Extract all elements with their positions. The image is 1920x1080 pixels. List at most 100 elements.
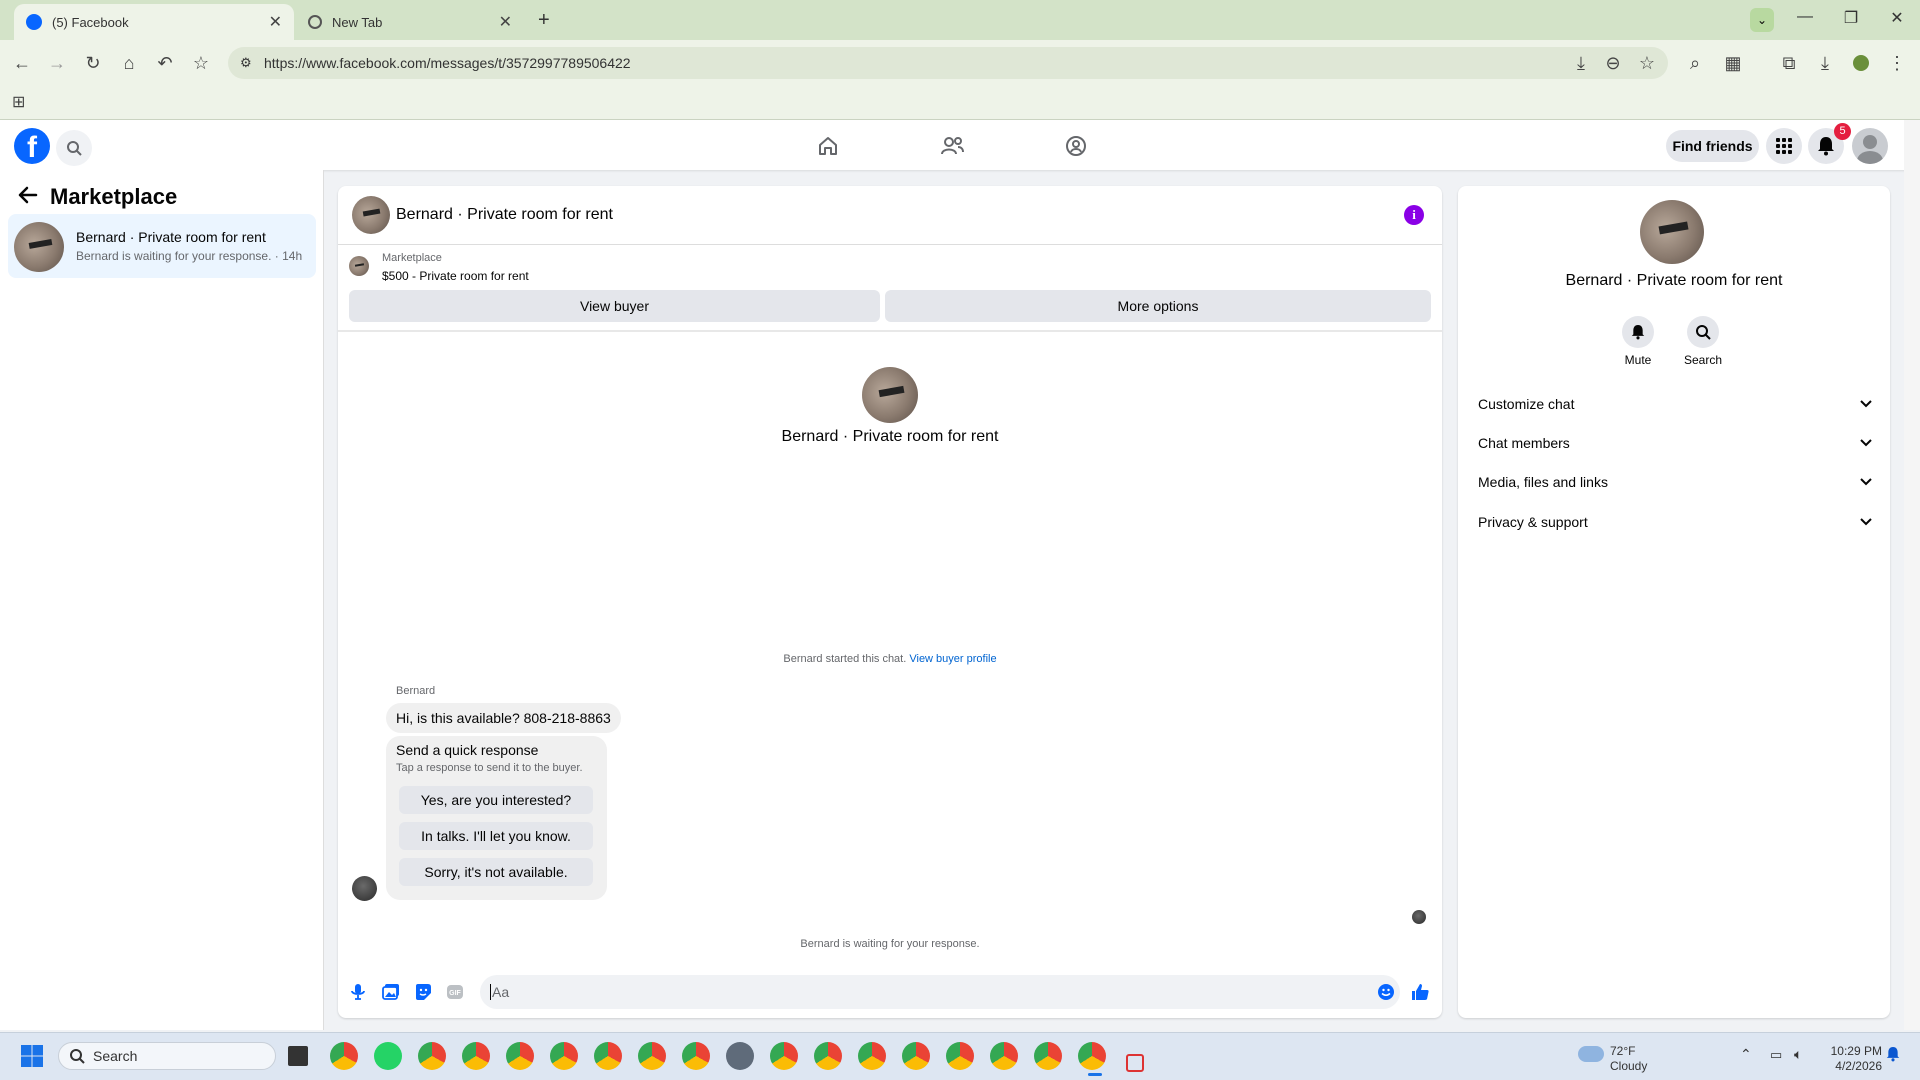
quick-response-button[interactable]: Sorry, it's not available. bbox=[399, 858, 593, 886]
logo-letter: f bbox=[27, 131, 37, 164]
message-input[interactable]: Aa bbox=[480, 975, 1400, 1009]
chrome-profile-icon[interactable] bbox=[506, 1042, 534, 1070]
volume-icon[interactable]: 🔈︎ bbox=[1794, 1046, 1802, 1063]
chrome-profile-icon[interactable] bbox=[770, 1042, 798, 1070]
sticker-icon[interactable] bbox=[411, 980, 435, 1004]
star-icon[interactable]: ☆ bbox=[1634, 50, 1660, 76]
profile-icon[interactable] bbox=[1848, 50, 1874, 76]
tab-facebook[interactable]: (5) Facebook ✕ bbox=[14, 4, 294, 40]
close-tab-icon[interactable]: ✕ bbox=[269, 12, 282, 32]
back-arrow-icon[interactable] bbox=[18, 186, 38, 204]
like-thumb-icon[interactable] bbox=[1408, 980, 1432, 1004]
chat-members-row[interactable]: Chat members bbox=[1470, 424, 1880, 462]
gif-icon[interactable]: GIF bbox=[443, 980, 467, 1004]
sender-avatar[interactable] bbox=[352, 876, 377, 901]
task-view-icon[interactable] bbox=[288, 1046, 308, 1066]
microphone-icon[interactable] bbox=[346, 980, 370, 1004]
find-friends-button[interactable]: Find friends bbox=[1666, 130, 1759, 162]
url-field[interactable]: ⚙ https://www.facebook.com/messages/t/35… bbox=[228, 47, 1668, 79]
page-scrollbar[interactable] bbox=[1904, 120, 1920, 1030]
restore-icon[interactable]: ❐ bbox=[1828, 8, 1874, 32]
home-icon[interactable]: ⌂ bbox=[116, 50, 142, 76]
windows-start-icon[interactable] bbox=[20, 1044, 44, 1068]
view-buyer-button[interactable]: View buyer bbox=[349, 290, 880, 322]
groups-nav-icon[interactable] bbox=[1056, 130, 1096, 162]
clock[interactable]: 10:29 PM 4/2/2026 bbox=[1812, 1044, 1882, 1074]
details-name: Bernard · Private room for rent bbox=[1565, 272, 1783, 289]
chrome-profile-icon[interactable] bbox=[638, 1042, 666, 1070]
settings-gear-icon[interactable] bbox=[726, 1042, 754, 1070]
tab-title: New Tab bbox=[332, 14, 383, 30]
chrome-profile-icon[interactable] bbox=[946, 1042, 974, 1070]
search-in-chat-button[interactable] bbox=[1687, 316, 1719, 348]
network-icon[interactable]: ▭ bbox=[1770, 1047, 1782, 1063]
chrome-profile-icon[interactable] bbox=[550, 1042, 578, 1070]
mute-button[interactable] bbox=[1622, 316, 1654, 348]
notification-bell-icon[interactable] bbox=[1886, 1046, 1900, 1062]
chat-details-panel bbox=[1458, 186, 1890, 1018]
privacy-support-row[interactable]: Privacy & support bbox=[1470, 503, 1880, 541]
chrome-profile-icon[interactable] bbox=[1034, 1042, 1062, 1070]
chrome-profile-icon[interactable] bbox=[814, 1042, 842, 1070]
whatsapp-icon[interactable] bbox=[374, 1042, 402, 1070]
chrome-profile-icon[interactable] bbox=[462, 1042, 490, 1070]
facebook-logo[interactable]: f bbox=[14, 128, 50, 164]
emoji-icon[interactable] bbox=[1374, 980, 1398, 1004]
qr-icon[interactable]: ▦ bbox=[1720, 50, 1746, 76]
customize-chat-row[interactable]: Customize chat bbox=[1470, 385, 1880, 423]
details-avatar[interactable] bbox=[1640, 200, 1704, 264]
weather-widget[interactable]: 72°F Cloudy bbox=[1610, 1044, 1647, 1074]
facebook-search-icon[interactable] bbox=[56, 130, 92, 166]
conversation-name: Bernard · Private room for rent bbox=[76, 229, 266, 245]
search-icon[interactable]: ⌕ bbox=[1682, 50, 1708, 76]
chrome-profile-icon[interactable] bbox=[902, 1042, 930, 1070]
install-app-icon[interactable]: ⤓ bbox=[1568, 50, 1594, 76]
chrome-profile-icon[interactable] bbox=[418, 1042, 446, 1070]
back-icon[interactable]: ← bbox=[9, 50, 35, 76]
menu-grid-icon[interactable] bbox=[1766, 128, 1802, 164]
account-avatar[interactable] bbox=[1852, 128, 1888, 164]
chrome-profile-icon[interactable] bbox=[1078, 1042, 1106, 1070]
chrome-profile-icon[interactable] bbox=[682, 1042, 710, 1070]
search-label: Search bbox=[1683, 353, 1723, 367]
close-window-icon[interactable]: ✕ bbox=[1874, 8, 1920, 32]
message-bubble[interactable]: Hi, is this available? 808-218-8863 bbox=[386, 703, 621, 733]
apps-grid-icon[interactable]: ⊞ bbox=[12, 92, 25, 112]
started-text: Bernard started this chat. bbox=[783, 653, 907, 665]
chrome-icon[interactable] bbox=[330, 1042, 358, 1070]
info-icon[interactable]: i bbox=[1404, 205, 1424, 225]
tab-search-icon[interactable]: ⌄ bbox=[1750, 8, 1774, 32]
crop-icon[interactable]: ⧉ bbox=[1776, 50, 1802, 76]
zoom-icon[interactable]: ⊖ bbox=[1600, 50, 1626, 76]
menu-icon[interactable]: ⋮ bbox=[1884, 50, 1910, 76]
snipping-tool-icon[interactable] bbox=[1126, 1054, 1144, 1072]
view-buyer-profile-link[interactable]: View buyer profile bbox=[909, 653, 996, 665]
new-tab-icon[interactable]: + bbox=[538, 9, 550, 32]
chat-header-avatar[interactable] bbox=[352, 196, 390, 234]
chrome-profile-icon[interactable] bbox=[858, 1042, 886, 1070]
chrome-profile-icon[interactable] bbox=[594, 1042, 622, 1070]
quick-response-button[interactable]: In talks. I'll let you know. bbox=[399, 822, 593, 850]
quick-response-button[interactable]: Yes, are you interested? bbox=[399, 786, 593, 814]
close-tab-icon[interactable]: ✕ bbox=[499, 12, 512, 32]
tab-new-tab[interactable]: New Tab ✕ bbox=[296, 4, 524, 40]
download-icon[interactable]: ⤓ bbox=[1812, 50, 1838, 76]
home-nav-icon[interactable] bbox=[808, 130, 848, 162]
more-options-button[interactable]: More options bbox=[885, 290, 1431, 322]
undo-icon[interactable]: ↶ bbox=[152, 50, 178, 76]
friends-nav-icon[interactable] bbox=[932, 130, 972, 162]
media-files-links-row[interactable]: Media, files and links bbox=[1470, 463, 1880, 501]
chat-center-avatar bbox=[862, 367, 918, 423]
photo-icon[interactable] bbox=[379, 980, 403, 1004]
taskbar-search[interactable]: Search bbox=[58, 1042, 276, 1070]
weather-desc: Cloudy bbox=[1610, 1059, 1648, 1073]
minimize-icon[interactable]: — bbox=[1782, 8, 1828, 32]
chat-header-name[interactable]: Bernard · Private room for rent bbox=[396, 206, 613, 224]
chevron-down-icon bbox=[1860, 478, 1872, 486]
chevron-up-icon[interactable]: ⌃ bbox=[1740, 1046, 1752, 1063]
site-info-icon[interactable]: ⚙ bbox=[240, 55, 252, 71]
chrome-profile-icon[interactable] bbox=[990, 1042, 1018, 1070]
bookmark-star-icon[interactable]: ☆ bbox=[188, 50, 214, 76]
forward-icon[interactable]: → bbox=[44, 50, 70, 76]
reload-icon[interactable]: ↻ bbox=[80, 50, 106, 76]
